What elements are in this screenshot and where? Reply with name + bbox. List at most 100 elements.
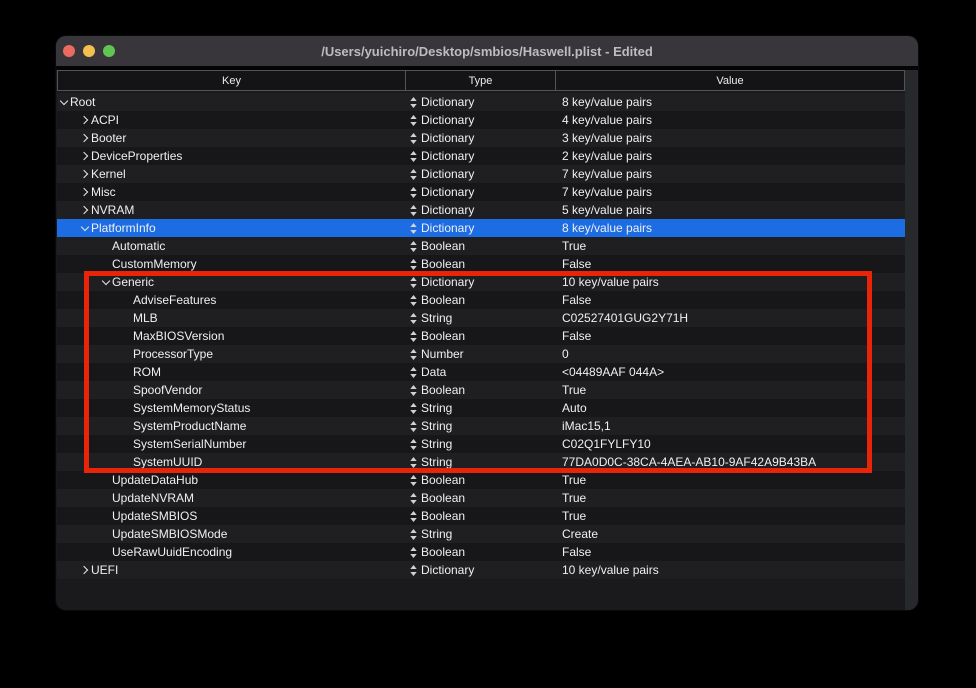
table-row-uefi[interactable]: UEFI Dictionary 10 key/value pairs <box>57 561 905 579</box>
disclosure-triangle-icon[interactable] <box>101 543 112 561</box>
table-row-generic[interactable]: Generic Dictionary 10 key/value pairs <box>57 273 905 291</box>
row-value[interactable]: C02Q1FYLFY10 <box>555 437 905 451</box>
row-value[interactable]: C02527401GUG2Y71H <box>555 311 905 325</box>
table-row-systemproductname[interactable]: SystemProductName String iMac15,1 <box>57 417 905 435</box>
row-value[interactable]: False <box>555 293 905 307</box>
row-value[interactable]: 4 key/value pairs <box>555 113 905 127</box>
type-cell[interactable]: Dictionary <box>405 203 555 217</box>
row-value[interactable]: 10 key/value pairs <box>555 563 905 577</box>
table-row-userawuuidencoding[interactable]: UseRawUuidEncoding Boolean False <box>57 543 905 561</box>
row-value[interactable]: True <box>555 491 905 505</box>
row-value[interactable]: 77DA0D0C-38CA-4AEA-AB10-9AF42A9B43BA <box>555 455 905 469</box>
table-row-updatesmbiosmode[interactable]: UpdateSMBIOSMode String Create <box>57 525 905 543</box>
table-row-advisefeatures[interactable]: AdviseFeatures Boolean False <box>57 291 905 309</box>
type-cell[interactable]: Dictionary <box>405 221 555 235</box>
type-cell[interactable]: Boolean <box>405 293 555 307</box>
row-value[interactable]: 8 key/value pairs <box>555 221 905 235</box>
type-cell[interactable]: Dictionary <box>405 149 555 163</box>
table-row-deviceproperties[interactable]: DeviceProperties Dictionary 2 key/value … <box>57 147 905 165</box>
type-cell[interactable]: Boolean <box>405 383 555 397</box>
type-cell[interactable]: String <box>405 311 555 325</box>
type-cell[interactable]: Boolean <box>405 509 555 523</box>
type-cell[interactable]: Boolean <box>405 491 555 505</box>
table-row-nvram[interactable]: NVRAM Dictionary 5 key/value pairs <box>57 201 905 219</box>
table-row-updatesmbios[interactable]: UpdateSMBIOS Boolean True <box>57 507 905 525</box>
type-cell[interactable]: String <box>405 437 555 451</box>
table-row-updatenvram[interactable]: UpdateNVRAM Boolean True <box>57 489 905 507</box>
disclosure-triangle-icon[interactable] <box>59 93 70 111</box>
table-row-updatedatahub[interactable]: UpdateDataHub Boolean True <box>57 471 905 489</box>
type-cell[interactable]: Dictionary <box>405 185 555 199</box>
row-value[interactable]: 0 <box>555 347 905 361</box>
column-header-type[interactable]: Type <box>405 71 555 90</box>
disclosure-triangle-icon[interactable] <box>80 561 91 579</box>
table-row-systemuuid[interactable]: SystemUUID String 77DA0D0C-38CA-4AEA-AB1… <box>57 453 905 471</box>
row-value[interactable]: 7 key/value pairs <box>555 167 905 181</box>
disclosure-triangle-icon[interactable] <box>122 453 133 471</box>
disclosure-triangle-icon[interactable] <box>122 381 133 399</box>
disclosure-triangle-icon[interactable] <box>80 219 91 237</box>
zoom-button[interactable] <box>103 45 115 57</box>
table-row-rom[interactable]: ROM Data <04489AAF 044A> <box>57 363 905 381</box>
row-value[interactable]: True <box>555 473 905 487</box>
type-cell[interactable]: Boolean <box>405 239 555 253</box>
row-value[interactable]: True <box>555 509 905 523</box>
row-value[interactable]: Auto <box>555 401 905 415</box>
row-value[interactable]: 10 key/value pairs <box>555 275 905 289</box>
type-cell[interactable]: Dictionary <box>405 275 555 289</box>
row-value[interactable]: 5 key/value pairs <box>555 203 905 217</box>
disclosure-triangle-icon[interactable] <box>122 399 133 417</box>
table-row-acpi[interactable]: ACPI Dictionary 4 key/value pairs <box>57 111 905 129</box>
row-value[interactable]: 3 key/value pairs <box>555 131 905 145</box>
table-row-automatic[interactable]: Automatic Boolean True <box>57 237 905 255</box>
minimize-button[interactable] <box>83 45 95 57</box>
disclosure-triangle-icon[interactable] <box>80 129 91 147</box>
scrollbar-track[interactable] <box>905 70 918 610</box>
disclosure-triangle-icon[interactable] <box>101 237 112 255</box>
type-cell[interactable]: Dictionary <box>405 95 555 109</box>
row-value[interactable]: True <box>555 383 905 397</box>
type-cell[interactable]: String <box>405 455 555 469</box>
table-row-processortype[interactable]: ProcessorType Number 0 <box>57 345 905 363</box>
disclosure-triangle-icon[interactable] <box>122 291 133 309</box>
disclosure-triangle-icon[interactable] <box>101 489 112 507</box>
row-value[interactable]: False <box>555 545 905 559</box>
type-cell[interactable]: Boolean <box>405 545 555 559</box>
row-value[interactable]: Create <box>555 527 905 541</box>
disclosure-triangle-icon[interactable] <box>101 255 112 273</box>
type-cell[interactable]: Boolean <box>405 473 555 487</box>
table-row-mlb[interactable]: MLB String C02527401GUG2Y71H <box>57 309 905 327</box>
row-value[interactable]: False <box>555 257 905 271</box>
table-row-root[interactable]: Root Dictionary 8 key/value pairs <box>57 93 905 111</box>
type-cell[interactable]: Boolean <box>405 257 555 271</box>
table-row-misc[interactable]: Misc Dictionary 7 key/value pairs <box>57 183 905 201</box>
disclosure-triangle-icon[interactable] <box>122 327 133 345</box>
disclosure-triangle-icon[interactable] <box>101 507 112 525</box>
disclosure-triangle-icon[interactable] <box>80 165 91 183</box>
table-row-platforminfo[interactable]: PlatformInfo Dictionary 8 key/value pair… <box>57 219 905 237</box>
table-row-custommemory[interactable]: CustomMemory Boolean False <box>57 255 905 273</box>
type-cell[interactable]: Dictionary <box>405 563 555 577</box>
row-value[interactable]: 8 key/value pairs <box>555 95 905 109</box>
row-value[interactable]: 7 key/value pairs <box>555 185 905 199</box>
type-cell[interactable]: Dictionary <box>405 167 555 181</box>
type-cell[interactable]: Data <box>405 365 555 379</box>
titlebar[interactable]: /Users/yuichiro/Desktop/smbios/Haswell.p… <box>56 36 918 66</box>
column-header-key[interactable]: Key <box>57 71 405 90</box>
row-value[interactable]: iMac15,1 <box>555 419 905 433</box>
type-cell[interactable]: String <box>405 527 555 541</box>
disclosure-triangle-icon[interactable] <box>122 309 133 327</box>
column-header-value[interactable]: Value <box>555 71 905 90</box>
type-cell[interactable]: Boolean <box>405 329 555 343</box>
disclosure-triangle-icon[interactable] <box>80 201 91 219</box>
disclosure-triangle-icon[interactable] <box>101 471 112 489</box>
row-value[interactable]: <04489AAF 044A> <box>555 365 905 379</box>
close-button[interactable] <box>63 45 75 57</box>
type-cell[interactable]: Dictionary <box>405 113 555 127</box>
disclosure-triangle-icon[interactable] <box>80 111 91 129</box>
disclosure-triangle-icon[interactable] <box>101 525 112 543</box>
disclosure-triangle-icon[interactable] <box>122 417 133 435</box>
type-cell[interactable]: String <box>405 401 555 415</box>
table-row-systemserialnumber[interactable]: SystemSerialNumber String C02Q1FYLFY10 <box>57 435 905 453</box>
type-cell[interactable]: Number <box>405 347 555 361</box>
